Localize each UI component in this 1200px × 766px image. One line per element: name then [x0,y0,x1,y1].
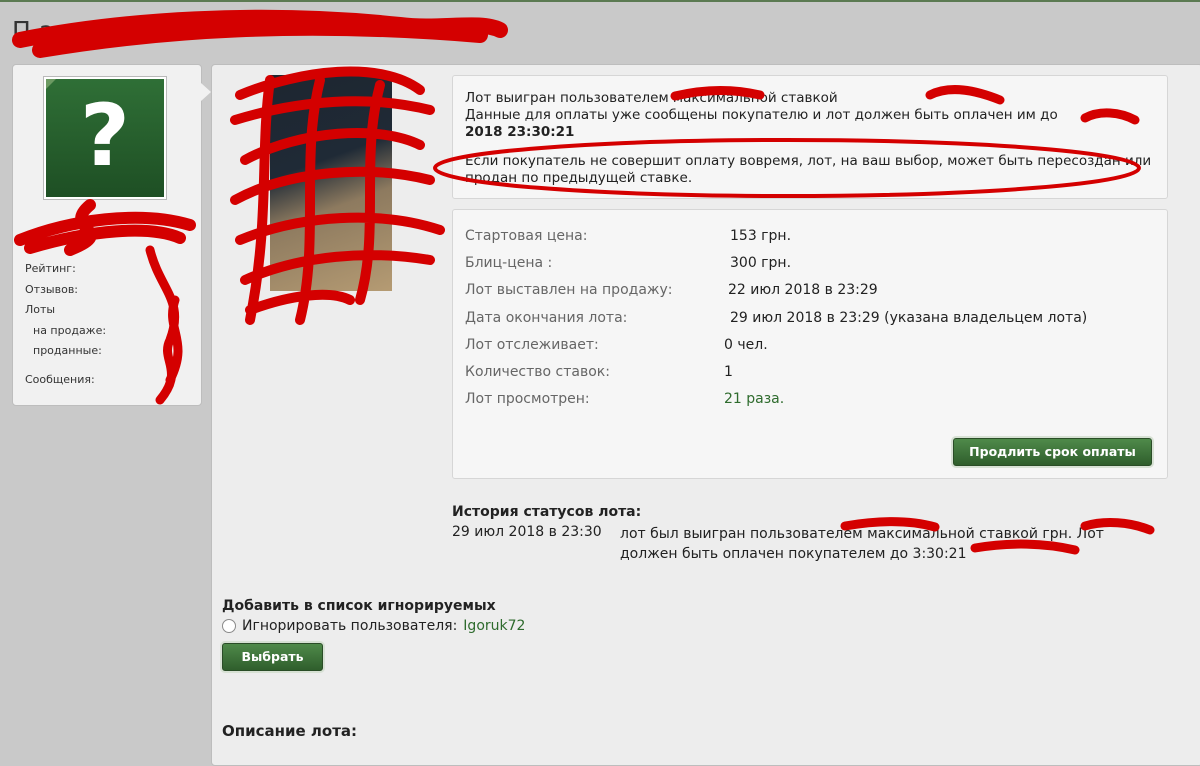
question-mark-icon: ? [80,86,130,186]
user-card: ? Рейтинг: Отзывов: Лоты на продаже: про… [12,64,211,406]
history-title: История статусов лота: [452,504,642,520]
detail-label: Лот выставлен на продажу: [465,282,673,298]
detail-label: Количество ставок: [465,364,610,380]
stat-lots: Лоты [25,303,56,316]
detail-value: 1 [724,364,733,380]
description-title: Описание лота: [222,722,358,740]
avatar-image: ? [46,79,164,197]
stat-sold: проданные: [33,344,102,357]
stat-rating: Рейтинг: [25,262,76,275]
notice-line-3: 2018 23:30:21 [465,124,575,140]
detail-value: 0 чел. [724,337,768,353]
choose-button[interactable]: Выбрать [222,643,323,671]
notice-line-2: Данные для оплаты уже сообщены покупател… [465,107,1058,123]
detail-value: 21 раза. [724,391,785,407]
ignore-label: Игнорировать пользователя: [242,618,458,634]
ignore-row: Игнорировать пользователя: Igoruk72 [222,618,525,634]
user-name[interactable] [63,215,173,235]
stat-messages: Сообщения: [25,372,95,386]
detail-label: Лот просмотрен: [465,391,590,407]
ignore-user-link[interactable]: Igoruk72 [463,618,525,634]
history-date: 29 июл 2018 в 23:30 [452,524,602,540]
detail-value: 153 грн. [730,228,792,244]
ignore-user-radio[interactable] [222,619,236,633]
detail-value: 22 июл 2018 в 23:29 [728,282,878,298]
stat-reviews: Отзывов: [25,282,79,296]
ignore-title: Добавить в список игнорируемых [222,598,496,614]
won-notice: Лот выигран пользователем максимальной с… [452,75,1168,199]
detail-value: 29 июл 2018 в 23:29 (указана владельцем … [730,310,1088,326]
top-strip [0,0,1200,2]
user-stats: Рейтинг: Отзывов: Лоты на продаже: прода… [25,261,106,392]
detail-label: Блиц-цена : [465,255,553,271]
stat-on-sale: на продаже: [33,323,107,337]
lot-thumbnail[interactable] [270,75,392,291]
detail-label: Лот отслеживает: [465,337,599,353]
detail-label: Дата окончания лота: [465,310,628,326]
page-title: П арак о ал. [12,16,171,45]
avatar-corner [46,79,56,89]
avatar[interactable]: ? [43,76,167,200]
notice-line-1: Лот выигран пользователем максимальной с… [465,90,838,106]
detail-label: Стартовая цена: [465,228,588,244]
extend-payment-button[interactable]: Продлить срок оплаты [953,438,1152,466]
notice-line-4: Если покупатель не совершит оплату вовре… [465,153,1152,186]
detail-value: 300 грн. [730,255,792,271]
history-text: лот был выигран пользователем максимальн… [620,526,1104,562]
